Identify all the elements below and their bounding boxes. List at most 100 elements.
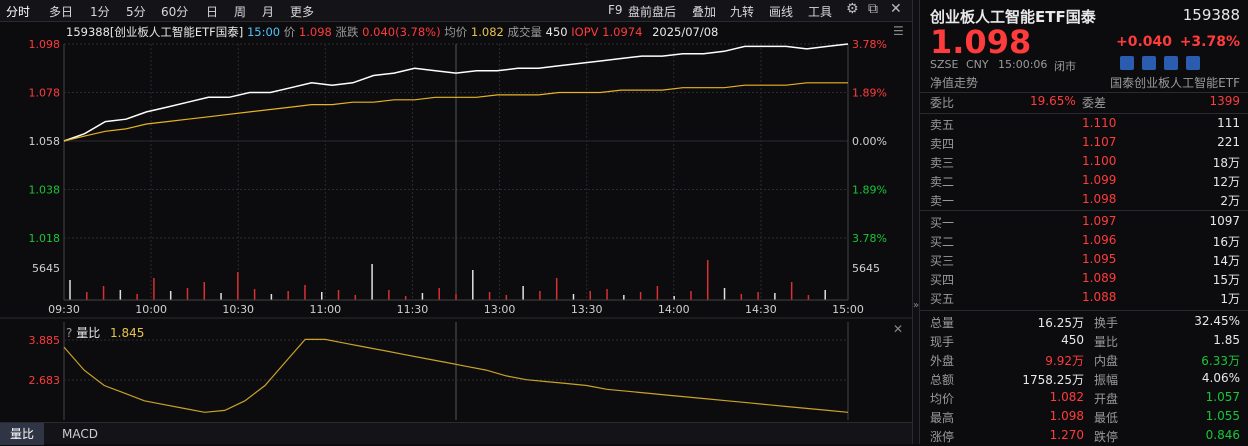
overlay-button[interactable]: 叠加 xyxy=(692,3,716,20)
list-icon[interactable] xyxy=(1142,56,1156,70)
tab-month[interactable]: 月 xyxy=(262,3,274,20)
stat-label: 总额 xyxy=(930,373,955,387)
ask-row: 卖一 1.098 2万 xyxy=(930,192,1240,210)
ask-level-label: 卖四 xyxy=(930,137,955,151)
weicha-label: 委差 xyxy=(1082,96,1107,110)
tab-multi-day[interactable]: 多日 xyxy=(49,3,73,20)
y-tick-label-pct: 3.78% xyxy=(852,232,887,245)
stat-row: 总额 1758.25万 振幅 4.06% xyxy=(930,371,1240,389)
info-time: 15:00 xyxy=(246,25,281,39)
sub-y-tick-label: 3.885 xyxy=(29,334,61,347)
bid-level-label: 买三 xyxy=(930,254,955,268)
tab-5min[interactable]: 5分 xyxy=(126,3,146,20)
bid-price: 1.088 xyxy=(1082,290,1117,304)
intraday-chart[interactable]: 1.098 1.078 1.058 1.038 1.018 3.78% 1.89% 0.00%… xyxy=(0,22,912,422)
ask-price: 1.110 xyxy=(1082,116,1117,130)
bid-volume: 1万 xyxy=(1220,292,1240,306)
gear-icon[interactable]: ⚙ xyxy=(846,1,859,17)
bid-level-label: 买一 xyxy=(930,216,955,230)
x-tick-label: 14:30 xyxy=(745,303,777,316)
bid-level-label: 买四 xyxy=(930,273,955,287)
weicha-value: 1399 xyxy=(1209,94,1240,108)
bid-volume: 15万 xyxy=(1212,273,1240,287)
ask-price: 1.107 xyxy=(1082,135,1117,149)
y-tick-label: 1.098 xyxy=(29,38,61,51)
stat-label: 现手 xyxy=(930,335,955,349)
nine-turn-button[interactable]: 九转 xyxy=(730,3,754,20)
vol-label: 成交量 xyxy=(507,25,543,39)
stat-label: 跌停 xyxy=(1094,430,1119,444)
stat-label: 外盘 xyxy=(930,354,955,368)
stat-label: 均价 xyxy=(930,392,955,406)
help-icon[interactable]: ? xyxy=(66,326,72,340)
bid-volume: 14万 xyxy=(1212,254,1240,268)
quote-time: 15:00:06 xyxy=(998,58,1048,71)
tab-macd[interactable]: MACD xyxy=(52,423,108,445)
avg-label: 均价 xyxy=(444,25,468,39)
currency: CNY xyxy=(966,58,989,71)
stat-row: 最高 1.098 最低 1.055 xyxy=(930,409,1240,427)
ask-volume: 221 xyxy=(1217,135,1240,149)
stat-value: 450 xyxy=(1061,333,1084,347)
info-bar: 159388[创业板人工智能ETF国泰] 15:00 价 1.098 涨跌 0.… xyxy=(66,24,718,40)
y-tick-label-pct: 3.78% xyxy=(852,38,887,51)
y-tick-label: 1.038 xyxy=(29,184,61,197)
tab-60min[interactable]: 60分 xyxy=(161,3,188,20)
tab-intraday[interactable]: 分时 xyxy=(6,3,30,20)
tab-week[interactable]: 周 xyxy=(234,3,246,20)
stat-value: 0.846 xyxy=(1205,428,1240,442)
last-price: 1.098 xyxy=(930,23,1032,61)
grid-icon[interactable] xyxy=(1164,56,1178,70)
tab-volume-ratio[interactable]: 量比 xyxy=(0,423,45,445)
bid-price: 1.097 xyxy=(1082,214,1117,228)
close-subchart-icon[interactable]: ✕ xyxy=(893,322,903,336)
ask-volume: 111 xyxy=(1217,116,1240,130)
more-icon[interactable] xyxy=(1186,56,1200,70)
stat-value: 6.33万 xyxy=(1201,354,1240,368)
draw-line-button[interactable]: 画线 xyxy=(769,3,793,20)
stat-label: 涨停 xyxy=(930,430,955,444)
x-tick-label: 10:30 xyxy=(222,303,254,316)
panel-divider[interactable]: » xyxy=(912,0,920,444)
fund-name[interactable]: 国泰创业板人工智能ETF xyxy=(1110,74,1240,91)
stat-label: 振幅 xyxy=(1094,373,1119,387)
ask-volume: 2万 xyxy=(1220,194,1240,208)
tab-more[interactable]: 更多 xyxy=(290,3,314,20)
tab-1min[interactable]: 1分 xyxy=(90,3,110,20)
close-icon[interactable]: ✕ xyxy=(890,1,902,17)
stat-row: 外盘 9.92万 内盘 6.33万 xyxy=(930,352,1240,370)
bid-volume: 16万 xyxy=(1212,235,1240,249)
iopv-label: IOPV xyxy=(571,25,599,39)
stat-label: 总量 xyxy=(930,316,955,330)
tab-day[interactable]: 日 xyxy=(206,3,218,20)
popout-icon[interactable]: ⧉ xyxy=(868,1,878,17)
weibi-label: 委比 xyxy=(930,96,955,110)
sub-y-tick-label: 2.683 xyxy=(29,374,61,387)
info-change: 0.040(3.78%) xyxy=(362,25,441,39)
code-name: 159388[创业板人工智能ETF国泰] xyxy=(66,25,244,39)
stat-value: 1.098 xyxy=(1049,409,1084,423)
info-icon[interactable] xyxy=(1120,56,1134,70)
collapse-icon[interactable]: » xyxy=(913,300,919,311)
stat-row: 均价 1.082 开盘 1.057 xyxy=(930,390,1240,408)
stat-label: 最高 xyxy=(930,411,955,425)
volume-axis-label: 5645 xyxy=(32,262,60,275)
pre-post-market-button[interactable]: 盘前盘后 xyxy=(628,3,676,20)
x-tick-label: 11:00 xyxy=(309,303,341,316)
ask-volume: 12万 xyxy=(1212,175,1240,189)
stat-value: 32.45% xyxy=(1194,314,1240,328)
change-label: 涨跌 xyxy=(335,25,359,39)
ask-price: 1.100 xyxy=(1082,154,1117,168)
quote-panel: 创业板人工智能ETF国泰 159388 1.098 +0.040 +3.78% SZS… xyxy=(920,0,1248,444)
ask-price: 1.099 xyxy=(1082,173,1117,187)
nav-trend-label[interactable]: 净值走势 xyxy=(930,74,978,91)
f9-button[interactable]: F9 xyxy=(608,3,623,17)
ask-level-label: 卖三 xyxy=(930,156,955,170)
info-vol: 450 xyxy=(545,25,568,39)
y-tick-label: 1.018 xyxy=(29,232,61,245)
ask-row: 卖三 1.100 18万 xyxy=(930,154,1240,172)
menu-icon[interactable]: ☰ xyxy=(893,24,904,38)
y-tick-label: 1.078 xyxy=(29,87,61,100)
stat-value: 1.85 xyxy=(1213,333,1240,347)
tools-button[interactable]: 工具 xyxy=(808,3,832,20)
